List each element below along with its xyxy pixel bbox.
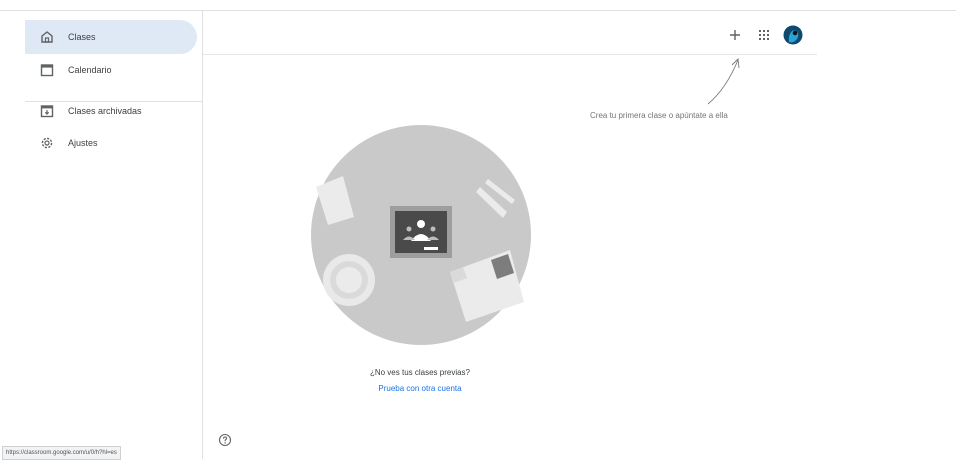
- sidebar-item-label: Calendario: [68, 65, 112, 75]
- sidebar-item-calendario[interactable]: Calendario: [25, 53, 197, 87]
- help-icon[interactable]: [218, 433, 232, 447]
- empty-state-illustration: [311, 125, 531, 345]
- sidebar-item-clases-archivadas[interactable]: Clases archivadas: [25, 94, 197, 128]
- home-icon: [41, 31, 53, 43]
- sidebar-item-ajustes[interactable]: Ajustes: [25, 126, 197, 160]
- calendar-icon: [40, 64, 54, 77]
- create-class-hint: Crea tu primera clase o apúntate a ella: [590, 111, 728, 120]
- settings-icon: [41, 137, 53, 149]
- sidebar-item-clases[interactable]: Clases: [25, 20, 197, 54]
- sidebar-item-label: Clases archivadas: [68, 106, 142, 116]
- avatar[interactable]: [783, 25, 803, 45]
- previous-classes-question: ¿No ves tus clases previas?: [369, 368, 471, 377]
- status-bar-url: https://classroom.google.com/u/0/h?hl=es: [2, 446, 121, 460]
- plus-icon[interactable]: [728, 28, 742, 42]
- archive-icon: [40, 105, 54, 118]
- sidebar-item-label: Clases: [68, 32, 96, 42]
- sidebar-item-label: Ajustes: [68, 138, 98, 148]
- switch-account-link[interactable]: Prueba con otra cuenta: [0, 384, 840, 393]
- apps-grid-icon[interactable]: [758, 29, 770, 41]
- hint-arrow-icon: [707, 58, 740, 105]
